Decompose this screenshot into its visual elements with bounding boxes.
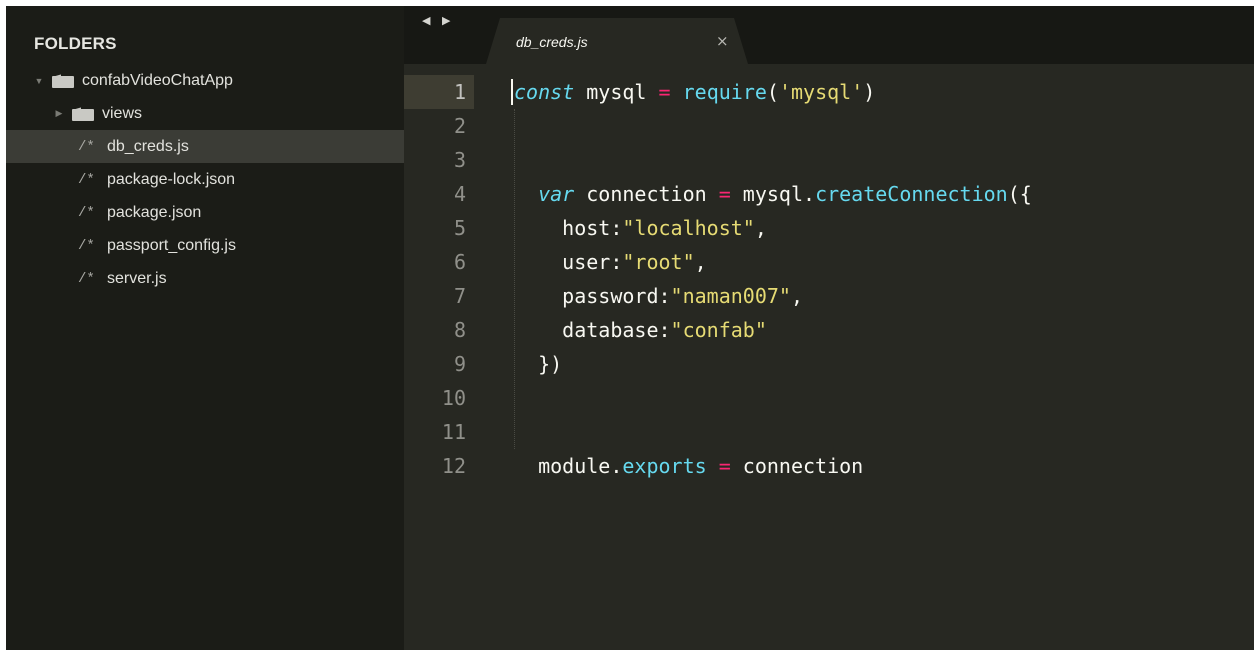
code-token: ( xyxy=(766,80,779,104)
line-number: 12 xyxy=(441,454,466,478)
code-token: ) xyxy=(863,80,876,104)
sidebar-item-label: passport_config.js xyxy=(107,236,236,254)
open-folder-icon xyxy=(52,73,74,88)
code-token: = xyxy=(658,80,671,104)
code-token: const xyxy=(514,80,575,104)
line-number: 6 xyxy=(453,250,466,274)
code-token: password: xyxy=(514,284,671,308)
code-token: "naman007" xyxy=(670,284,791,308)
line-number: 7 xyxy=(453,284,466,308)
line-number: 11 xyxy=(441,420,466,444)
code-token: mysql. xyxy=(730,182,816,206)
sidebar-item-label: package-lock.json xyxy=(107,170,236,188)
code-line[interactable]: const mysql = require('mysql') xyxy=(514,75,875,109)
code-line[interactable]: module.exports = connection xyxy=(514,449,863,483)
code-token: "root" xyxy=(622,250,695,274)
sidebar-item-views[interactable]: ▶ views xyxy=(6,97,450,130)
json-file-icon: /* xyxy=(78,204,95,221)
code-token: var xyxy=(538,182,575,206)
code-line[interactable]: }) xyxy=(514,347,562,381)
line-number: 3 xyxy=(453,148,466,172)
sidebar-item-label: package.json xyxy=(107,203,202,221)
editor-window: FOLDERS ▼ confabVideoChatApp ▶ views /* … xyxy=(6,6,1254,650)
sidebar-item-label: db_creds.js xyxy=(107,137,189,155)
js-file-icon: /* xyxy=(78,138,95,155)
code-token: , xyxy=(754,216,767,240)
code-token: createConnection xyxy=(815,182,1008,206)
project-folder-label: confabVideoChatApp xyxy=(82,71,233,89)
code-token: 'mysql' xyxy=(778,80,864,104)
code-line[interactable]: database:"confab" xyxy=(514,313,767,347)
code-token: "confab" xyxy=(670,318,767,342)
json-file-icon: /* xyxy=(78,171,95,188)
tab-nav-arrows-icon[interactable]: ◀ ▶ xyxy=(422,14,454,27)
line-number: 2 xyxy=(453,114,466,138)
tab-bar: ◀ ▶ db_creds.js × xyxy=(404,6,1254,64)
sidebar-item-label: views xyxy=(102,104,143,122)
code-token: exports xyxy=(622,454,707,478)
code-token: "localhost" xyxy=(622,216,755,240)
code-token: connection xyxy=(574,182,719,206)
js-file-icon: /* xyxy=(78,270,95,287)
code-line[interactable]: user:"root", xyxy=(514,245,707,279)
code-line[interactable]: var connection = mysql.createConnection(… xyxy=(514,177,1032,211)
sidebar-item-label: server.js xyxy=(107,269,167,287)
line-number: 8 xyxy=(453,318,466,342)
code-token: = xyxy=(718,454,731,478)
code-token: connection xyxy=(730,454,864,478)
code-token: module. xyxy=(514,454,623,478)
code-editor[interactable]: 1 2 3 4 5 6 7 8 9 10 11 12 const mysql = require('m… xyxy=(404,64,1254,650)
disclosure-expanded-icon[interactable]: ▼ xyxy=(32,76,46,86)
project-folder-row[interactable]: ▼ confabVideoChatApp xyxy=(6,64,430,97)
text-cursor xyxy=(511,79,513,105)
code-token: database: xyxy=(514,318,671,342)
code-line[interactable]: host:"localhost", xyxy=(514,211,767,245)
code-token: = xyxy=(718,182,731,206)
line-number: 10 xyxy=(441,386,466,410)
code-token: ({ xyxy=(1007,182,1032,206)
code-token: , xyxy=(790,284,804,308)
tab-db-creds[interactable]: db_creds.js × xyxy=(486,18,748,64)
disclosure-collapsed-icon[interactable]: ▶ xyxy=(52,108,66,119)
code-token: host: xyxy=(514,216,623,240)
code-token: }) xyxy=(514,352,563,376)
code-token: , xyxy=(694,250,707,274)
tab-label: db_creds.js xyxy=(516,34,588,50)
code-token: user: xyxy=(514,250,623,274)
folder-icon xyxy=(72,106,94,121)
sidebar: FOLDERS ▼ confabVideoChatApp ▶ views /* … xyxy=(6,6,476,650)
line-number: 4 xyxy=(453,182,466,206)
code-token: mysql xyxy=(574,80,659,104)
line-number: 9 xyxy=(453,352,466,376)
sidebar-header: FOLDERS xyxy=(34,34,117,53)
line-number: 1 xyxy=(453,80,466,104)
line-number: 5 xyxy=(453,216,466,240)
code-token: require xyxy=(682,80,767,104)
close-icon[interactable]: × xyxy=(716,32,729,50)
code-line[interactable]: password:"naman007", xyxy=(514,279,803,313)
js-file-icon: /* xyxy=(78,237,95,254)
